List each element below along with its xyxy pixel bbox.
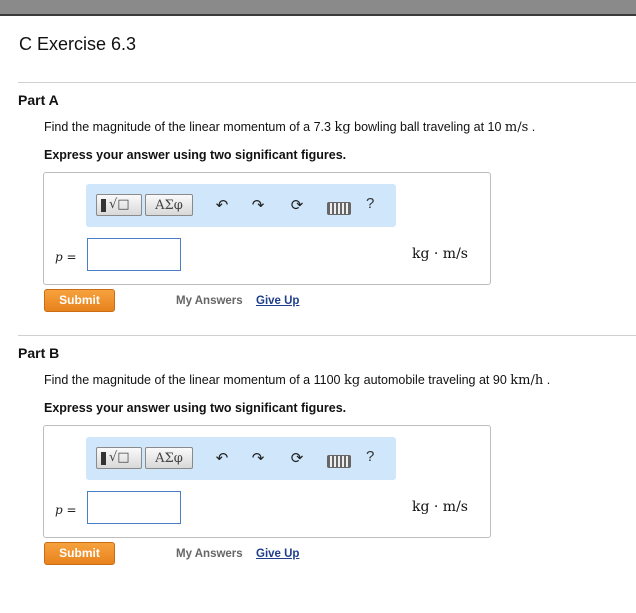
- sqrt-icon: √□: [109, 197, 130, 212]
- math-toolbar: √□ ΑΣφ ↶ ↷ ⟳ ?: [86, 437, 396, 480]
- templates-button[interactable]: √□: [96, 194, 142, 216]
- unit-label: kg · m/s: [412, 499, 468, 515]
- part-a-instruction: Express your answer using two significan…: [44, 148, 347, 162]
- speed-unit: km/h: [510, 373, 544, 388]
- speed-unit: m/s: [504, 120, 529, 135]
- keyboard-icon[interactable]: [327, 455, 351, 468]
- undo-icon[interactable]: ↶: [211, 448, 233, 470]
- divider: [18, 335, 636, 336]
- unit-label: kg · m/s: [412, 246, 468, 262]
- part-b-answer-box: √□ ΑΣφ ↶ ↷ ⟳ ? p = kg · m/s: [43, 425, 491, 538]
- my-answers-link[interactable]: My Answers: [176, 548, 243, 560]
- part-b-question: Find the magnitude of the linear momentu…: [44, 373, 551, 388]
- block-icon: [101, 452, 106, 465]
- help-button[interactable]: ?: [366, 195, 374, 212]
- give-up-link[interactable]: Give Up: [256, 548, 299, 560]
- answer-input[interactable]: [87, 491, 181, 524]
- part-a-answer-box: √□ ΑΣφ ↶ ↷ ⟳ ? p = kg · m/s: [43, 172, 491, 285]
- my-answers-link[interactable]: My Answers: [176, 295, 243, 307]
- mass-unit: kg: [334, 120, 351, 135]
- variable-label: p =: [55, 503, 77, 517]
- part-a-question: Find the magnitude of the linear momentu…: [44, 120, 536, 135]
- give-up-link[interactable]: Give Up: [256, 295, 299, 307]
- math-toolbar: √□ ΑΣφ ↶ ↷ ⟳ ?: [86, 184, 396, 227]
- submit-button[interactable]: Submit: [44, 289, 115, 312]
- templates-button[interactable]: √□: [96, 447, 142, 469]
- exercise-title: C Exercise 6.3: [19, 34, 137, 54]
- answer-input[interactable]: [87, 238, 181, 271]
- redo-icon[interactable]: ↷: [247, 195, 269, 217]
- reset-icon[interactable]: ⟳: [286, 448, 308, 470]
- symbols-button[interactable]: ΑΣφ: [145, 447, 193, 469]
- variable-label: p =: [55, 250, 77, 264]
- top-bar: [0, 0, 636, 16]
- part-b-instruction: Express your answer using two significan…: [44, 401, 347, 415]
- block-icon: [101, 199, 106, 212]
- divider: [18, 82, 636, 83]
- mass-unit: kg: [343, 373, 361, 388]
- reset-icon[interactable]: ⟳: [286, 195, 308, 217]
- undo-icon[interactable]: ↶: [211, 195, 233, 217]
- help-button[interactable]: ?: [366, 448, 374, 465]
- sqrt-icon: √□: [109, 450, 130, 465]
- keyboard-icon[interactable]: [327, 202, 351, 215]
- redo-icon[interactable]: ↷: [247, 448, 269, 470]
- part-a-title: Part A: [18, 92, 59, 108]
- submit-button[interactable]: Submit: [44, 542, 115, 565]
- symbols-button[interactable]: ΑΣφ: [145, 194, 193, 216]
- part-b-title: Part B: [18, 345, 60, 361]
